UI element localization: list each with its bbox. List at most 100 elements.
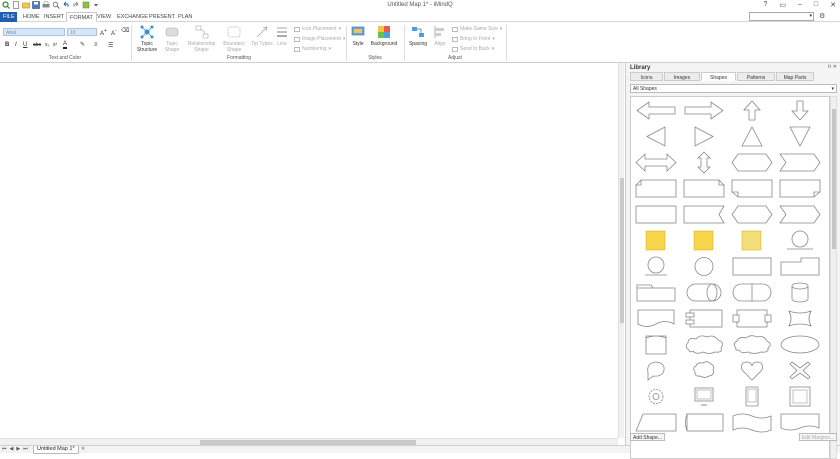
folder-shape[interactable]	[633, 281, 679, 304]
search-input[interactable]: ▾	[749, 12, 814, 21]
help-icon[interactable]: ?	[763, 1, 767, 9]
thought-bubble-shape[interactable]	[681, 359, 727, 382]
close-button[interactable]: ✕	[830, 1, 836, 9]
tab-shapes[interactable]: Shapes	[701, 72, 736, 81]
sticky-note-shape[interactable]	[633, 229, 679, 252]
chevron-shape[interactable]	[777, 203, 823, 226]
monitor-shape[interactable]	[681, 385, 727, 408]
topic-structure-button[interactable]: Topic Structure	[134, 25, 160, 53]
circle-shape[interactable]	[681, 255, 727, 278]
first-sheet-icon[interactable]: ⏮	[2, 446, 7, 452]
clear-format-icon[interactable]: ⌫	[121, 27, 129, 34]
shape-category-select[interactable]: All Shapes ▾	[630, 84, 837, 93]
account-icon[interactable]: ⚙	[819, 12, 831, 20]
style-button[interactable]: Style	[349, 25, 367, 47]
close-sheet-icon[interactable]: ✕	[81, 446, 85, 452]
down-triangle-shape[interactable]	[777, 125, 823, 148]
heart-shape[interactable]	[729, 359, 775, 382]
double-tab-shape[interactable]	[729, 307, 775, 330]
boundary-shape-button[interactable]: Boundary Shape	[219, 25, 249, 53]
tip-types-button[interactable]: Tip Types	[251, 25, 273, 47]
hexagon-shape[interactable]	[729, 151, 775, 174]
add-shape-button[interactable]: Add Shape...	[630, 433, 665, 441]
sticky-note-square-shape[interactable]	[681, 229, 727, 252]
tab-icons[interactable]: Icons	[630, 72, 663, 81]
rectangle-shape[interactable]	[729, 255, 775, 278]
component-shape[interactable]	[681, 307, 727, 330]
curl-bottom-left-shape[interactable]	[729, 177, 775, 200]
send-to-back-button[interactable]: Send to Back ▾	[452, 46, 494, 52]
maximize-button[interactable]: □	[814, 1, 818, 9]
subscript-icon[interactable]: x₂	[45, 42, 49, 48]
ellipse-shape[interactable]	[777, 333, 823, 356]
left-right-arrow-shape[interactable]	[633, 151, 679, 174]
bullets-icon[interactable]: ☰	[108, 42, 113, 49]
cloud-shape[interactable]	[681, 333, 727, 356]
bring-to-front-button[interactable]: Bring to Front ▾	[452, 36, 495, 42]
search-dropdown-icon[interactable]: ▾	[809, 13, 812, 19]
canvas-horizontal-scrollbar[interactable]	[0, 438, 618, 445]
italic-icon[interactable]: I	[15, 42, 17, 48]
banner-shape[interactable]	[633, 203, 679, 226]
right-arrow-shape[interactable]	[681, 99, 727, 122]
chevron-hexagon-shape[interactable]	[729, 203, 775, 226]
tag-shape[interactable]	[633, 333, 679, 356]
map-canvas[interactable]	[0, 63, 618, 438]
tab-file[interactable]: FILE	[0, 12, 17, 22]
spacing-button[interactable]: Spacing	[408, 25, 428, 47]
right-triangle-shape[interactable]	[681, 125, 727, 148]
up-down-arrow-shape[interactable]	[681, 151, 727, 174]
down-arrow-shape[interactable]	[777, 99, 823, 122]
capsule-shape[interactable]	[729, 281, 775, 304]
tablet-shape[interactable]	[729, 385, 775, 408]
last-sheet-icon[interactable]: ⏭	[23, 446, 28, 452]
up-arrow-shape[interactable]	[729, 99, 775, 122]
bold-icon[interactable]: B	[5, 42, 9, 48]
sticky-note-curled-shape[interactable]	[729, 229, 775, 252]
tab-images[interactable]: Images	[664, 72, 700, 81]
tab-home[interactable]: HOME	[20, 12, 43, 22]
cylinder-shape[interactable]	[777, 281, 823, 304]
image-placement-button[interactable]: Image Placement ▾	[294, 36, 345, 42]
tab-plan[interactable]: PLAN	[175, 12, 195, 22]
underline-icon[interactable]: U	[23, 42, 27, 48]
document-shape[interactable]	[633, 307, 679, 330]
relationship-shape-button[interactable]: Relationship Shape	[185, 25, 218, 53]
strikethrough-icon[interactable]: abc	[33, 42, 41, 48]
close-panel-icon[interactable]: ✕	[833, 64, 837, 70]
numbering-button[interactable]: Numbering ▾	[294, 46, 331, 52]
wave-shape[interactable]	[729, 411, 775, 434]
pentagon-arrow-shape[interactable]	[777, 151, 823, 174]
circle-underline-shape[interactable]	[777, 229, 823, 252]
tab-view[interactable]: VIEW	[94, 12, 114, 22]
scroll-shape[interactable]	[681, 411, 727, 434]
trapezoid-banner-shape[interactable]	[633, 411, 679, 434]
x-cross-shape[interactable]	[777, 359, 823, 382]
font-color-icon[interactable]: A	[63, 41, 68, 49]
line-button[interactable]: Line	[274, 25, 290, 47]
ribbon-display-icon[interactable]: ▭	[779, 1, 786, 9]
step-rectangle-shape[interactable]	[777, 255, 823, 278]
curl-bottom-right-shape[interactable]	[777, 177, 823, 200]
pin-icon[interactable]: ⊓	[828, 64, 832, 70]
speech-bubble-shape[interactable]	[633, 359, 679, 382]
canvas-vertical-scrollbar[interactable]	[618, 63, 624, 438]
left-triangle-shape[interactable]	[633, 125, 679, 148]
tab-present[interactable]: PRESENT	[146, 12, 178, 22]
superscript-icon[interactable]: x²	[53, 42, 57, 48]
tab-format[interactable]: FORMAT	[66, 12, 97, 22]
shrink-font-icon[interactable]: A-	[111, 28, 117, 37]
library-vertical-scrollbar[interactable]	[830, 96, 837, 459]
up-triangle-shape[interactable]	[729, 125, 775, 148]
next-sheet-icon[interactable]: ▶	[16, 446, 20, 452]
left-arrow-shape[interactable]	[633, 99, 679, 122]
font-size-input[interactable]: 10	[67, 28, 97, 36]
align-text-icon[interactable]: ≡	[94, 42, 98, 48]
library-scroll-thumb[interactable]	[832, 109, 836, 249]
font-name-input[interactable]: Arial	[3, 28, 65, 36]
circle-line-shape[interactable]	[633, 255, 679, 278]
tab-map-parts[interactable]: Map Parts	[776, 72, 814, 81]
ribbon-notch-shape[interactable]	[681, 203, 727, 226]
grow-font-icon[interactable]: A+	[100, 28, 107, 37]
cloud-callout-shape[interactable]	[729, 333, 775, 356]
